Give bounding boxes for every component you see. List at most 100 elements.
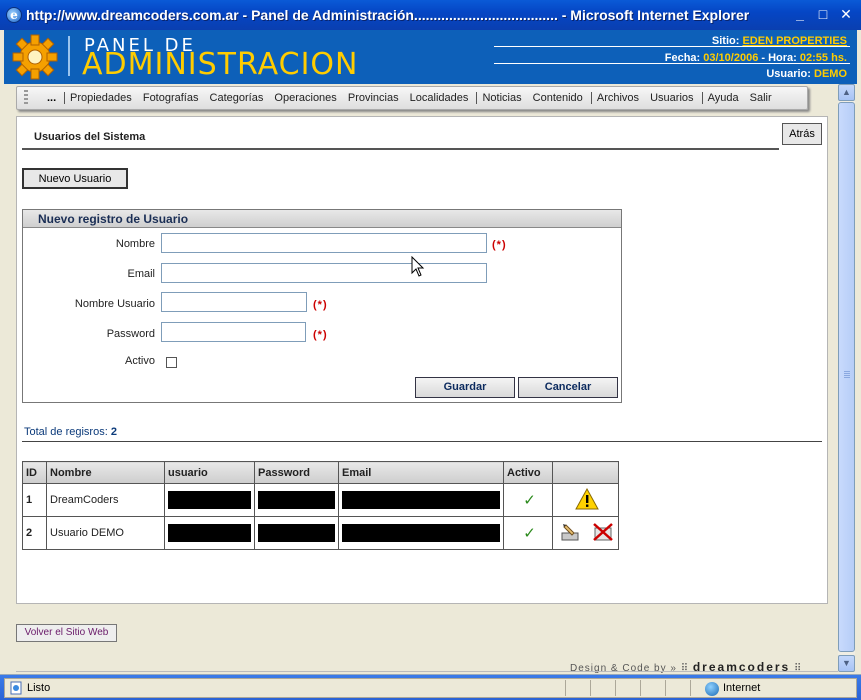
nombre-label: Nombre [115, 238, 155, 250]
nombre-input[interactable] [161, 233, 487, 253]
edit-icon[interactable] [560, 522, 582, 542]
redacted-block [342, 524, 500, 542]
status-sep [690, 680, 691, 696]
table-row: 2 Usuario DEMO ✓ [22, 516, 619, 550]
nombre-usuario-input[interactable] [161, 292, 307, 312]
email-label: Email [127, 268, 155, 280]
status-sep [615, 680, 616, 696]
status-text: Listo [27, 682, 51, 694]
usuario-info: Usuario: DEMO [766, 68, 847, 80]
menu-item-ayuda[interactable]: Ayuda [704, 92, 743, 104]
sitio-info: Sitio: EDEN PROPERTIES [712, 35, 847, 47]
row-nombre: DreamCoders [46, 483, 165, 517]
col-usuario: usuario [164, 461, 255, 484]
redacted-block [258, 491, 335, 509]
sitio-link[interactable]: EDEN PROPERTIES [742, 35, 847, 47]
row-usuario [164, 483, 255, 517]
main-menu: ... Propiedades Fotografías Categorías O… [16, 86, 808, 110]
admin-header: PANEL DE ADMINISTRACION Sitio: EDEN PROP… [4, 30, 857, 84]
row-password [254, 483, 339, 517]
back-button[interactable]: Atrás [782, 123, 822, 145]
password-input[interactable] [161, 322, 306, 342]
menu-item-usuarios[interactable]: Usuarios [646, 92, 697, 104]
volver-sitio-button[interactable]: Volver el Sitio Web [16, 624, 117, 642]
row-actions [552, 516, 619, 550]
status-sep [665, 680, 666, 696]
hora-value: 02:55 hs. [799, 52, 847, 64]
menu-item-fotografias[interactable]: Fotografías [139, 92, 203, 104]
check-icon: ✓ [523, 525, 536, 542]
scroll-down-arrow-icon[interactable]: ▼ [838, 655, 855, 672]
menu-item-categorias[interactable]: Categorías [206, 92, 268, 104]
nombre-required: (*) [492, 239, 507, 251]
menu-items: Propiedades Fotografías Categorías Opera… [63, 92, 776, 104]
menu-more[interactable]: ... [47, 92, 56, 104]
col-id: ID [22, 461, 47, 484]
fecha-label: Fecha: [664, 52, 701, 64]
table-row: 1 DreamCoders ✓ [22, 483, 619, 517]
minimize-button[interactable]: _ [792, 7, 808, 23]
menu-grip[interactable] [24, 90, 28, 106]
status-sep [640, 680, 641, 696]
close-button[interactable]: ✕ [838, 7, 854, 23]
form-title: Nuevo registro de Usuario [23, 210, 621, 228]
internet-globe-icon [705, 682, 719, 696]
window-title: http://www.dreamcoders.com.ar - Panel de… [26, 7, 750, 23]
design-label: Design & Code by » [570, 663, 677, 674]
password-label: Password [106, 328, 155, 340]
menu-item-propiedades[interactable]: Propiedades [66, 92, 136, 104]
header-title-main: ADMINISTRACION [82, 47, 359, 82]
usuario-value: DEMO [814, 68, 847, 80]
new-user-button[interactable]: Nuevo Usuario [22, 168, 128, 189]
row-id: 1 [22, 483, 47, 517]
fecha-info: Fecha: 03/10/2006 - Hora: 02:55 hs. [665, 52, 847, 64]
footer-divider [16, 671, 838, 672]
total-value: 2 [110, 426, 117, 438]
scroll-thumb[interactable] [838, 102, 855, 652]
page-icon [10, 681, 22, 695]
status-sep [565, 680, 566, 696]
total-label: Total de regisros: [24, 426, 108, 438]
users-table: ID Nombre usuario Password Email Activo … [22, 461, 619, 550]
email-input[interactable] [161, 263, 487, 283]
hora-label: - Hora: [761, 52, 797, 64]
activo-checkbox[interactable] [166, 357, 177, 368]
delete-icon[interactable] [592, 522, 614, 542]
status-sep [590, 680, 591, 696]
new-user-form: Nuevo registro de Usuario Nombre (*) Ema… [22, 209, 622, 403]
menu-item-localidades[interactable]: Localidades [406, 92, 473, 104]
row-id: 2 [22, 516, 47, 550]
total-records: Total de regisros: 2 [24, 426, 117, 438]
row-email [338, 516, 504, 550]
row-actions [552, 483, 619, 517]
col-password: Password [254, 461, 339, 484]
row-activo: ✓ [503, 483, 553, 517]
scroll-up-arrow-icon[interactable]: ▲ [838, 84, 855, 101]
table-header-row: ID Nombre usuario Password Email Activo [22, 461, 619, 484]
maximize-button[interactable]: □ [815, 7, 831, 23]
cancel-button[interactable]: Cancelar [518, 377, 618, 398]
ie-icon: e [6, 7, 22, 23]
window-titlebar: e http://www.dreamcoders.com.ar - Panel … [0, 0, 861, 30]
menu-item-provincias[interactable]: Provincias [344, 92, 403, 104]
redacted-block [258, 524, 335, 542]
warning-icon[interactable] [575, 487, 599, 510]
col-actions [552, 461, 619, 484]
mouse-cursor-icon [411, 256, 425, 277]
menu-item-operaciones[interactable]: Operaciones [270, 92, 340, 104]
row-activo: ✓ [503, 516, 553, 550]
row-email [338, 483, 504, 517]
fecha-value: 03/10/2006 [703, 52, 759, 64]
row-usuario [164, 516, 255, 550]
check-icon: ✓ [523, 492, 536, 509]
zone-text: Internet [723, 682, 761, 694]
redacted-block [168, 524, 251, 542]
col-activo: Activo [503, 461, 553, 484]
menu-item-noticias[interactable]: Noticias [478, 92, 525, 104]
status-bar-inner: Listo Internet [4, 678, 857, 698]
save-button[interactable]: Guardar [415, 377, 515, 398]
vertical-scrollbar[interactable]: ▲ ▼ [838, 84, 855, 672]
menu-item-archivos[interactable]: Archivos [593, 92, 643, 104]
menu-item-salir[interactable]: Salir [746, 92, 776, 104]
menu-item-contenido[interactable]: Contenido [529, 92, 587, 104]
